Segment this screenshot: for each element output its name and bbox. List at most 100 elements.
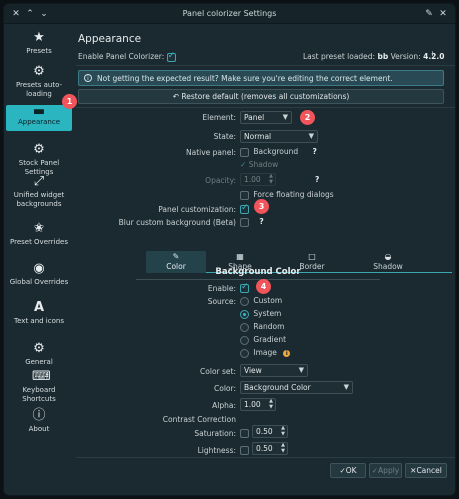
- sliders-icon: ⚙: [33, 64, 45, 79]
- window-close-icon[interactable]: ✕: [437, 8, 449, 20]
- radio-label: Image: [253, 348, 277, 357]
- diagonal-icon: ⤢: [33, 174, 45, 189]
- sidebar-item-text-and-icons[interactable]: A Text and icons: [6, 301, 72, 326]
- sidebar-item-about[interactable]: ⓘ About: [6, 409, 72, 434]
- color-value: Background Color: [244, 383, 311, 392]
- blur-checkbox[interactable]: [240, 217, 249, 227]
- color-set-label: Color set:: [200, 367, 236, 376]
- sidebar-item-stock-panel-settings[interactable]: ⚙ Stock Panel Settings: [6, 143, 72, 177]
- annotation-badge: 1: [62, 94, 77, 109]
- radio-button[interactable]: [240, 309, 249, 319]
- restore-divider: [76, 107, 455, 108]
- more-options-icon[interactable]: ⋮: [428, 51, 437, 61]
- help-icon[interactable]: ?: [313, 147, 317, 156]
- source-radio-custom[interactable]: Custom: [240, 296, 282, 306]
- source-radio-system[interactable]: System: [240, 309, 281, 319]
- window-title: Panel colorizer Settings: [182, 9, 277, 18]
- pin-icon[interactable]: ✎: [423, 8, 435, 20]
- apply-button[interactable]: ✓Apply: [369, 463, 402, 478]
- chevron-down-icon: ▼: [308, 132, 314, 140]
- help-icon[interactable]: ?: [315, 175, 319, 184]
- element-select[interactable]: Panel ▼: [240, 111, 292, 124]
- alpha-spinbox[interactable]: 1.00 ▲ ▼: [240, 398, 276, 411]
- star-icon: ★: [33, 30, 45, 45]
- force-floating-checkbox[interactable]: [240, 190, 249, 200]
- sidebar-item-label: Keyboard Shortcuts: [22, 386, 56, 403]
- contrast-correction-label: Contrast Correction: [162, 415, 236, 424]
- ok-button[interactable]: ✓OK: [330, 463, 366, 478]
- radio-button[interactable]: [240, 348, 249, 358]
- annotation-badge: 4: [256, 279, 271, 294]
- stepper-arrows-icon: ▲ ▼: [269, 173, 273, 185]
- check-icon: ✓: [240, 160, 247, 169]
- shape-icon: ▦: [236, 252, 244, 261]
- opacity-label: Opacity:: [205, 176, 236, 185]
- opacity-spinbox[interactable]: 1.00 ▲ ▼: [240, 173, 276, 186]
- alpha-value: 1.00: [244, 400, 261, 409]
- source-radio-image[interactable]: Image i: [240, 348, 291, 358]
- lightness-toggle[interactable]: [240, 445, 249, 455]
- saturation-toggle[interactable]: [240, 428, 249, 438]
- sidebar-item-keyboard-shortcuts[interactable]: ⌨ Keyboard Shortcuts: [6, 370, 72, 404]
- saturation-checkbox[interactable]: [240, 428, 249, 438]
- star-half-icon: ✬: [33, 221, 45, 236]
- apply-label: Apply: [378, 466, 400, 475]
- stepper-arrows-icon: ▲ ▼: [269, 398, 273, 410]
- radio-label: Custom: [253, 296, 283, 305]
- sidebar-item-unified-widget-backgrounds[interactable]: ⤢ Unified widget backgrounds: [6, 175, 72, 209]
- sidebar-item-preset-overrides[interactable]: ✬ Preset Overrides: [6, 222, 72, 247]
- stepper-arrows-icon: ▲ ▼: [281, 425, 285, 437]
- enable-option[interactable]: [240, 282, 249, 293]
- eyedropper-icon: ✎: [172, 252, 180, 261]
- radio-button[interactable]: [240, 335, 249, 345]
- radio-button[interactable]: [240, 296, 249, 306]
- sidebar-item-label: Appearance: [17, 118, 61, 126]
- saturation-spinbox[interactable]: 0.50 ▲ ▼: [252, 425, 288, 438]
- panel-customization-label: Panel customization:: [158, 205, 236, 214]
- force-floating-label: Force floating dialogs: [253, 190, 334, 199]
- sidebar-item-presets-auto-loading[interactable]: ⚙ Presets auto-loading: [6, 65, 72, 99]
- chevron-down-icon: ▼: [343, 383, 349, 391]
- sidebar-item-appearance[interactable]: ▬ Appearance: [6, 105, 72, 131]
- background-option[interactable]: Background ?: [240, 147, 317, 157]
- state-label: State:: [213, 132, 236, 141]
- background-checkbox[interactable]: [240, 147, 249, 157]
- enable-checkbox[interactable]: [240, 282, 249, 293]
- blur-label: Blur custom background (Beta): [118, 218, 236, 227]
- color-label: Color:: [214, 384, 236, 393]
- panel-customization-option[interactable]: [240, 203, 249, 214]
- help-icon[interactable]: ?: [259, 217, 263, 226]
- force-floating-option[interactable]: Force floating dialogs: [240, 190, 334, 200]
- font-icon: A: [33, 300, 45, 315]
- stepper-arrows-icon: ▲ ▼: [281, 442, 285, 454]
- keyboard-icon: ⌨: [32, 369, 51, 384]
- source-radio-gradient[interactable]: Gradient: [240, 335, 286, 345]
- footer-divider: [76, 457, 455, 458]
- state-select-value: Normal: [244, 132, 272, 141]
- enable-panel-colorizer-checkbox[interactable]: [166, 51, 176, 62]
- blur-option[interactable]: ?: [240, 217, 264, 227]
- warning-info-icon: i: [283, 349, 291, 357]
- radio-button[interactable]: [240, 322, 249, 332]
- lightness-spinbox[interactable]: 0.50 ▲ ▼: [252, 442, 288, 455]
- saturation-value: 0.50: [256, 427, 273, 436]
- cancel-button[interactable]: ✕Cancel: [405, 463, 447, 478]
- restore-default-button[interactable]: ↶ Restore default (removes all customiza…: [78, 89, 444, 104]
- color-select[interactable]: Background Color ▼: [240, 381, 353, 394]
- panel-customization-checkbox[interactable]: [240, 203, 249, 214]
- state-select[interactable]: Normal ▼: [240, 130, 318, 143]
- alpha-label: Alpha:: [212, 401, 236, 410]
- sidebar-item-global-overrides[interactable]: ◉ Global Overrides: [6, 262, 72, 287]
- color-set-select[interactable]: View ▼: [240, 364, 308, 377]
- dash-icon: ▬: [32, 104, 46, 119]
- opacity-value: 1.00: [244, 175, 261, 184]
- enable-panel-colorizer-label: Enable Panel Colorizer:: [78, 52, 165, 61]
- sidebar-item-presets[interactable]: ★ Presets: [6, 31, 72, 56]
- lightness-checkbox[interactable]: [240, 445, 249, 455]
- background-label: Background: [253, 147, 299, 156]
- sidebar-item-label: Preset Overrides: [10, 238, 68, 246]
- element-select-value: Panel: [244, 113, 265, 122]
- source-radio-random[interactable]: Random: [240, 322, 284, 332]
- sidebar-item-general[interactable]: ⚙ General: [6, 342, 72, 367]
- saturation-label: Saturation:: [194, 429, 236, 438]
